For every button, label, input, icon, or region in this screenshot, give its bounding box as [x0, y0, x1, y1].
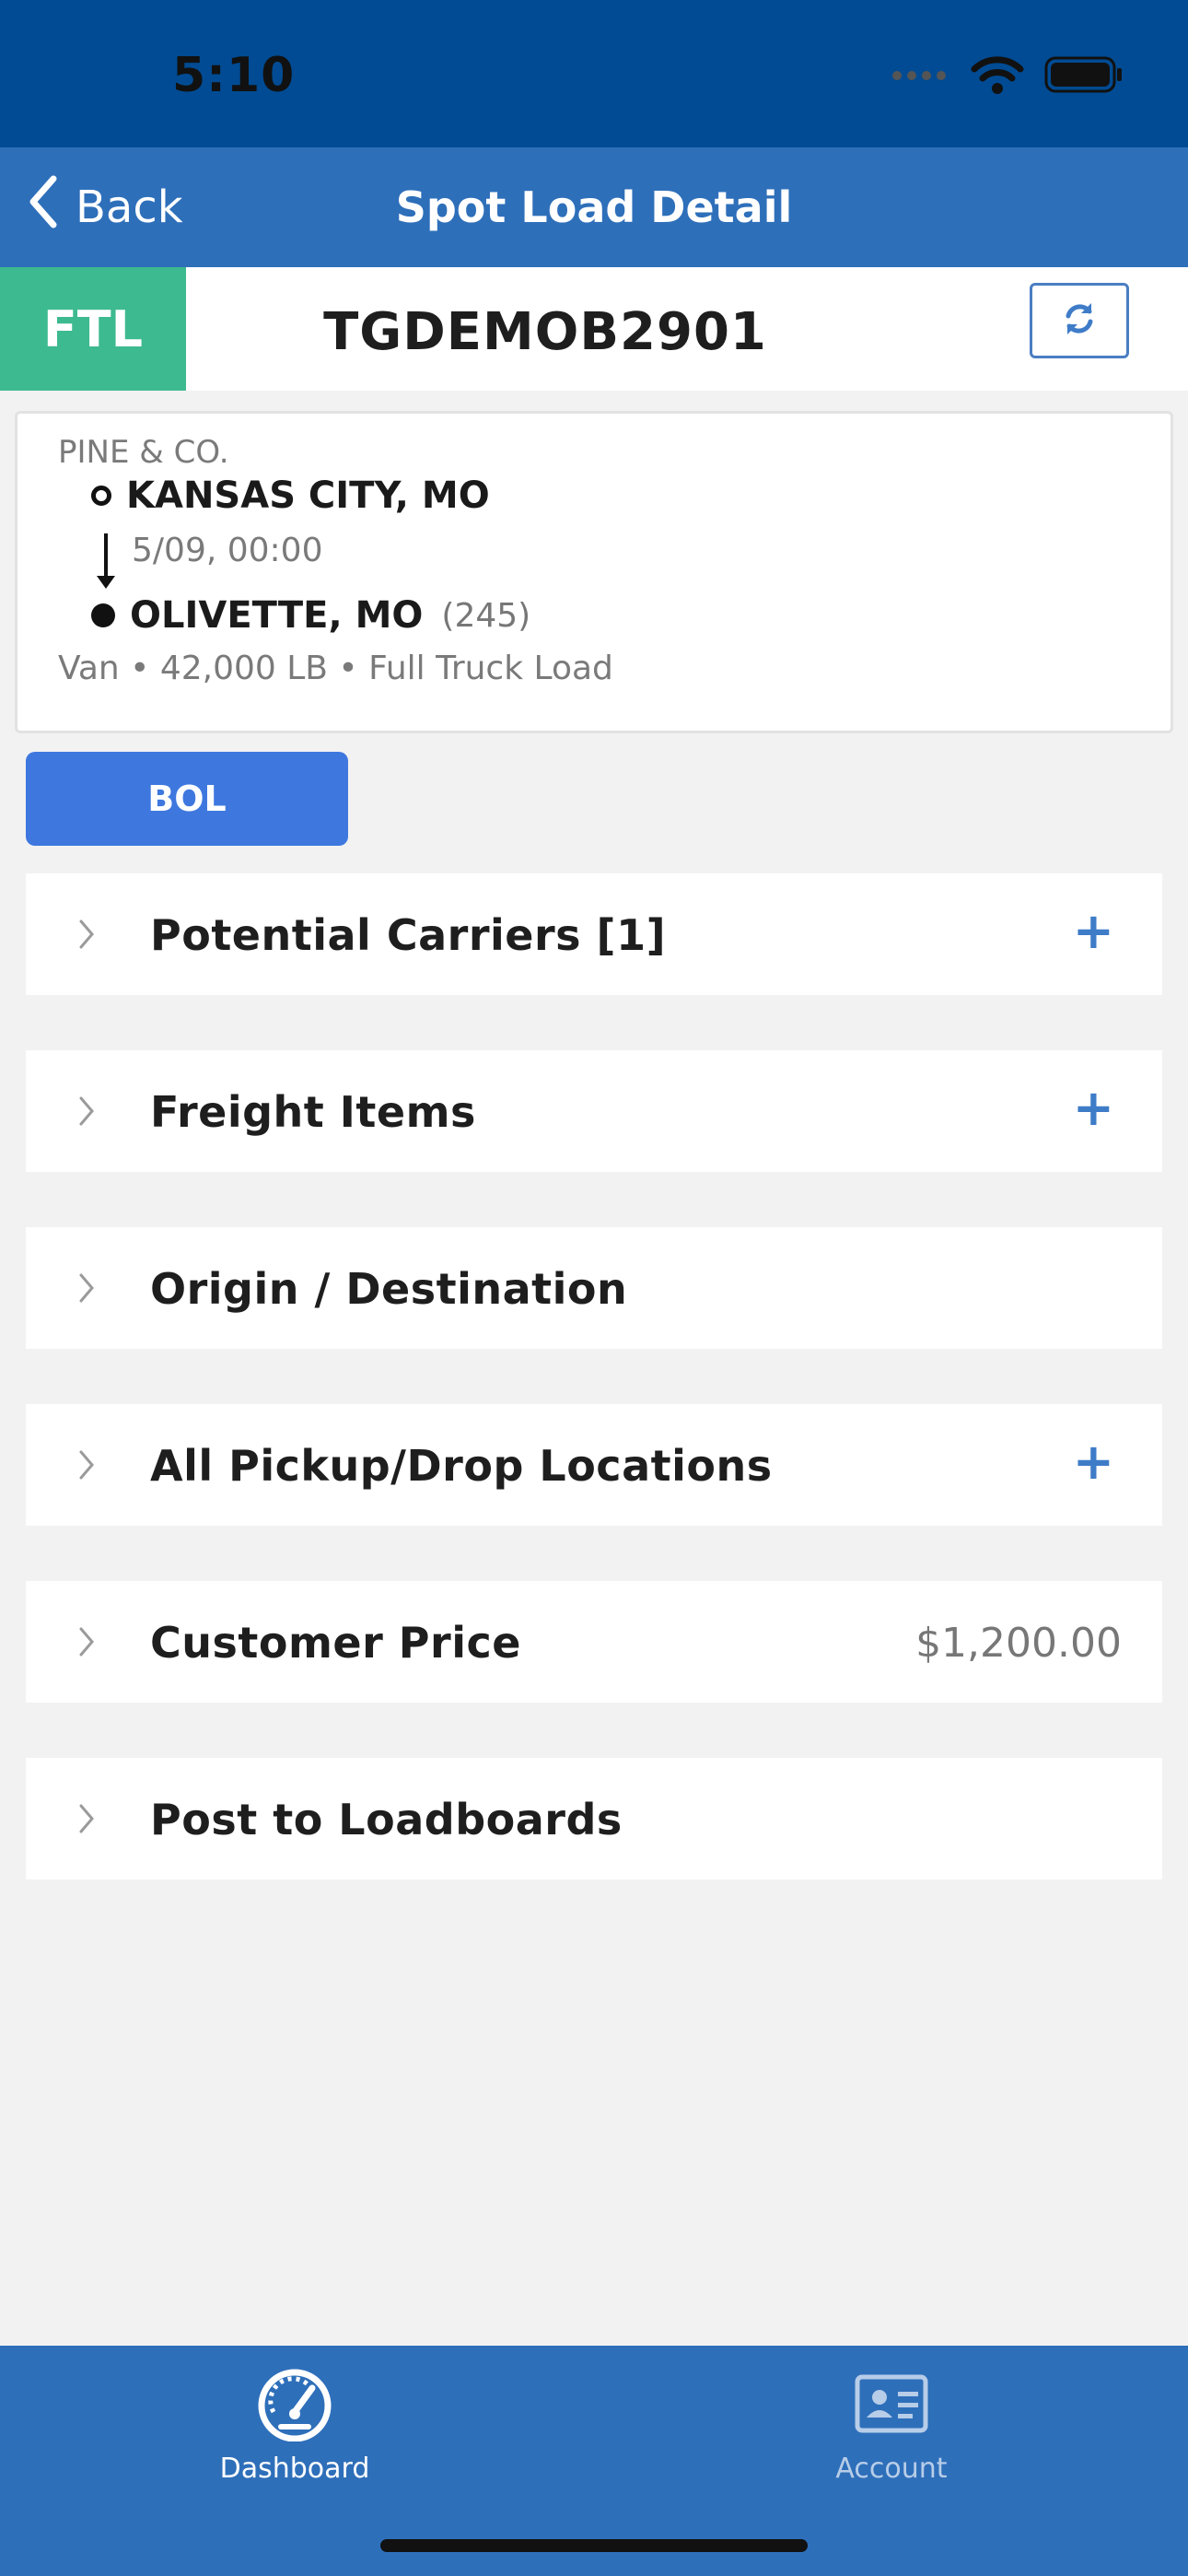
- arrow-down-icon: [97, 533, 115, 589]
- chevron-right-icon: [77, 918, 96, 954]
- load-specs: Van • 42,000 LB • Full Truck Load: [58, 650, 613, 687]
- customer-price-value: $1,200.00: [915, 1620, 1122, 1667]
- add-location-icon[interactable]: +: [1073, 1437, 1114, 1487]
- mode-badge: FTL: [0, 267, 186, 391]
- section-freight-items[interactable]: Freight Items +: [26, 1050, 1162, 1172]
- tab-label: Dashboard: [219, 2453, 370, 2485]
- section-potential-carriers[interactable]: Potential Carriers [1] +: [26, 873, 1162, 995]
- navigation-bar: Back Spot Load Detail: [0, 147, 1188, 267]
- add-carrier-icon[interactable]: +: [1073, 907, 1114, 956]
- section-post-to-loadboards[interactable]: Post to Loadboards: [26, 1758, 1162, 1879]
- battery-icon: [1044, 56, 1124, 97]
- bol-button[interactable]: BOL: [26, 752, 348, 846]
- status-bar: 5:10: [0, 0, 1188, 147]
- chevron-right-icon: [77, 1625, 96, 1662]
- origin-dot-icon: [91, 486, 111, 506]
- id-card-icon: [852, 2374, 931, 2445]
- section-origin-destination[interactable]: Origin / Destination: [26, 1227, 1162, 1349]
- shipper-name: PINE & CO.: [58, 434, 229, 471]
- chevron-right-icon: [77, 1271, 96, 1308]
- page-title: Spot Load Detail: [395, 182, 793, 232]
- add-freight-item-icon[interactable]: +: [1073, 1083, 1114, 1133]
- section-pickup-drop-locations[interactable]: All Pickup/Drop Locations +: [26, 1404, 1162, 1526]
- destination-dot-icon: [91, 603, 115, 627]
- destination-stop: OLIVETTE, MO (245): [91, 594, 530, 637]
- section-title: Post to Loadboards: [150, 1795, 623, 1844]
- load-header: FTL TGDEMOB2901: [0, 267, 1188, 391]
- trip-miles: (245): [441, 596, 531, 635]
- refresh-button[interactable]: [1030, 283, 1129, 358]
- chevron-right-icon: [77, 1095, 96, 1131]
- origin-stop: KANSAS CITY, MO: [91, 474, 490, 517]
- chevron-right-icon: [77, 1448, 96, 1485]
- refresh-icon: [1061, 300, 1098, 341]
- tab-dashboard[interactable]: Dashboard: [157, 2366, 433, 2485]
- status-icons: [891, 53, 1124, 100]
- section-title: Freight Items: [150, 1087, 476, 1137]
- load-id: TGDEMOB2901: [323, 302, 767, 362]
- wifi-icon: [971, 54, 1024, 99]
- pickup-datetime: 5/09, 00:00: [132, 532, 323, 569]
- section-title: Origin / Destination: [150, 1264, 628, 1314]
- tab-account[interactable]: Account: [753, 2366, 1030, 2485]
- chevron-right-icon: [77, 1802, 96, 1839]
- destination-city: OLIVETTE, MO: [130, 594, 424, 637]
- section-customer-price[interactable]: Customer Price $1,200.00: [26, 1581, 1162, 1703]
- status-time: 5:10: [172, 48, 296, 103]
- section-title: Potential Carriers [1]: [150, 910, 667, 960]
- section-title: Customer Price: [150, 1618, 521, 1668]
- origin-city: KANSAS CITY, MO: [126, 474, 490, 517]
- load-summary-card: PINE & CO. KANSAS CITY, MO 5/09, 00:00 O…: [15, 411, 1173, 733]
- speedometer-icon: [255, 2369, 334, 2445]
- home-indicator: [380, 2539, 808, 2552]
- cellular-signal-icon: [891, 68, 950, 86]
- tab-label: Account: [835, 2453, 948, 2485]
- section-title: All Pickup/Drop Locations: [150, 1441, 773, 1491]
